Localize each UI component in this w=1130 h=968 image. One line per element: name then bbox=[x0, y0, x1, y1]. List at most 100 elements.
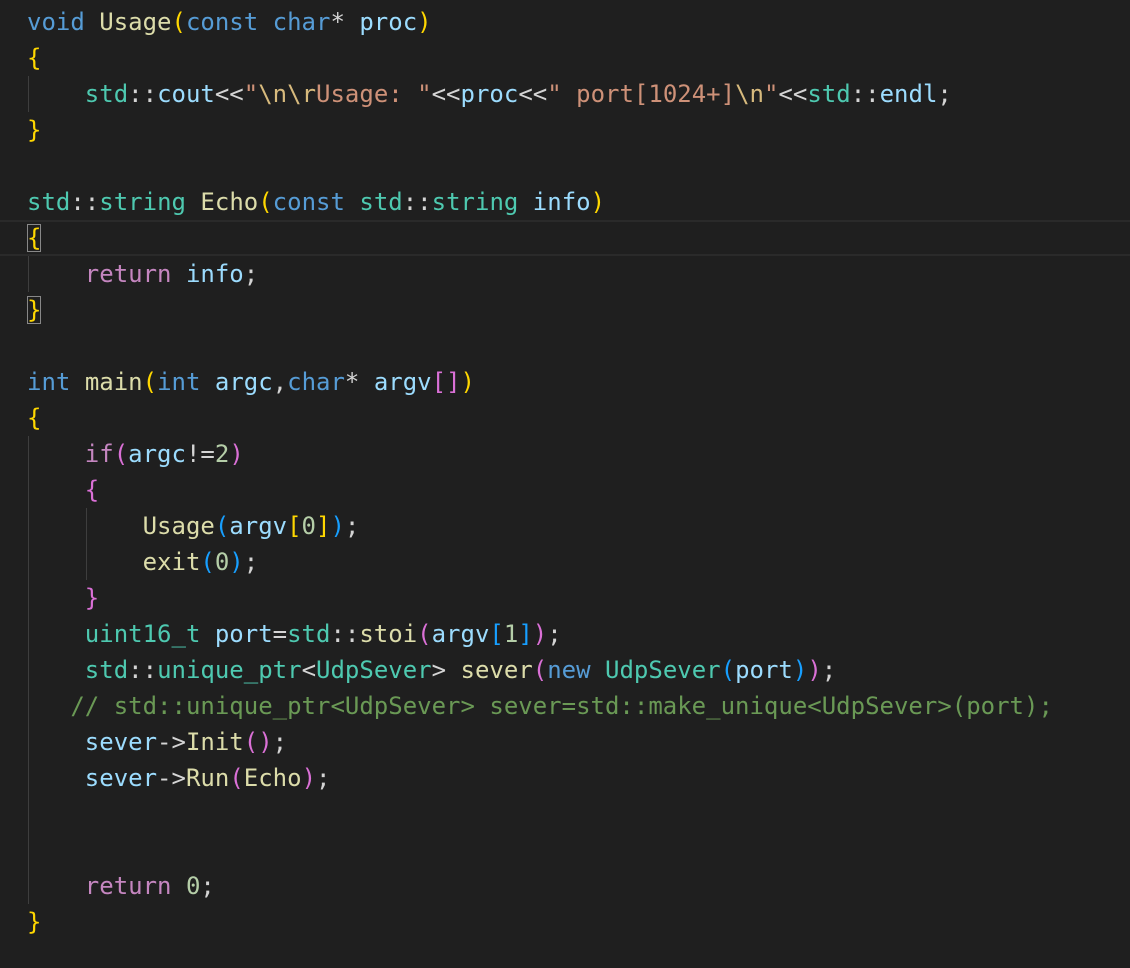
code-token: const bbox=[185, 8, 259, 36]
code-token: Echo bbox=[243, 764, 302, 792]
code-token: << bbox=[214, 80, 244, 108]
code-token: stoi bbox=[359, 620, 418, 648]
code-token: int bbox=[27, 368, 71, 396]
code-line[interactable]: Usage(argv[0]); bbox=[27, 508, 360, 544]
code-line[interactable]: void Usage(const char* proc) bbox=[27, 4, 432, 40]
code-token: ; bbox=[344, 512, 360, 540]
code-token: ) bbox=[792, 656, 808, 684]
code-line[interactable]: exit(0); bbox=[27, 544, 259, 580]
code-token: proc bbox=[359, 8, 418, 36]
code-token: UdpSever bbox=[605, 656, 721, 684]
code-line[interactable]: sever->Run(Echo); bbox=[27, 760, 331, 796]
code-token: :: bbox=[330, 620, 360, 648]
code-token: " bbox=[243, 80, 259, 108]
code-token: [ bbox=[287, 512, 302, 540]
code-token: < bbox=[301, 656, 317, 684]
code-token: -> bbox=[157, 728, 186, 756]
code-token: ; bbox=[243, 260, 259, 288]
code-line[interactable]: } bbox=[27, 292, 42, 328]
code-line[interactable]: { bbox=[27, 220, 42, 256]
code-line[interactable]: } bbox=[27, 112, 41, 148]
code-line[interactable]: } bbox=[27, 580, 99, 616]
code-editor[interactable]: void Usage(const char* proc){ std::cout<… bbox=[0, 0, 1130, 968]
code-token: ) bbox=[229, 440, 244, 468]
code-token: ) bbox=[258, 728, 273, 756]
code-token: [] bbox=[431, 368, 461, 396]
code-token: Run bbox=[185, 764, 230, 792]
code-token: " bbox=[763, 80, 779, 108]
code-token: UdpSever bbox=[316, 656, 432, 684]
code-token: void bbox=[27, 8, 85, 36]
code-token: ; bbox=[243, 548, 259, 576]
code-line[interactable]: return 0; bbox=[27, 868, 215, 904]
code-token: port bbox=[735, 656, 793, 684]
code-token: Usage bbox=[99, 8, 172, 36]
code-line[interactable]: // std::unique_ptr<UdpSever> sever=std::… bbox=[27, 688, 1053, 724]
code-token: ; bbox=[200, 872, 215, 900]
code-token: ( bbox=[171, 8, 186, 36]
code-line[interactable]: { bbox=[27, 400, 41, 436]
code-token: ) bbox=[417, 8, 432, 36]
code-token: ) bbox=[301, 764, 317, 792]
code-token: std bbox=[359, 188, 403, 216]
code-line[interactable]: std::unique_ptr<UdpSever> sever(new UdpS… bbox=[27, 652, 836, 688]
code-token: return bbox=[84, 872, 172, 900]
code-token: argv bbox=[431, 620, 490, 648]
code-line[interactable]: sever->Init(); bbox=[27, 724, 287, 760]
code-line[interactable]: return info; bbox=[27, 256, 258, 292]
code-token: ( bbox=[142, 368, 158, 396]
code-token: argv bbox=[229, 512, 288, 540]
code-token: ] bbox=[316, 512, 331, 540]
code-token: string bbox=[431, 188, 519, 216]
code-line[interactable]: { bbox=[27, 472, 99, 508]
code-token: :: bbox=[70, 188, 100, 216]
code-token: * bbox=[330, 8, 345, 36]
code-token: << bbox=[518, 80, 548, 108]
code-token: :: bbox=[128, 656, 158, 684]
code-token: != bbox=[185, 440, 215, 468]
code-line[interactable]: std::cout<<"\n\rUsage: "<<proc<<" port[1… bbox=[27, 76, 952, 112]
code-token: :: bbox=[402, 188, 432, 216]
code-line[interactable]: } bbox=[27, 904, 41, 940]
code-token: ( bbox=[113, 440, 129, 468]
code-token: info bbox=[532, 188, 591, 216]
code-line[interactable]: std::string Echo(const std::string info) bbox=[27, 184, 605, 220]
code-token: ] bbox=[518, 620, 533, 648]
code-token: ( bbox=[532, 656, 548, 684]
code-token: return bbox=[84, 260, 172, 288]
code-token: char bbox=[272, 8, 331, 36]
code-line[interactable]: int main(int argc,char* argv[]) bbox=[27, 364, 475, 400]
code-token: ( bbox=[417, 620, 432, 648]
code-token: :: bbox=[128, 80, 158, 108]
code-token: ) bbox=[460, 368, 475, 396]
code-line[interactable]: { bbox=[27, 40, 41, 76]
code-token: [ bbox=[489, 620, 504, 648]
code-token: port bbox=[214, 620, 273, 648]
code-token: info bbox=[185, 260, 244, 288]
code-token: // std::unique_ptr<UdpSever> sever=std::… bbox=[70, 692, 1053, 720]
code-line[interactable]: uint16_t port=std::stoi(argv[1]); bbox=[27, 616, 562, 652]
code-line[interactable]: if(argc!=2) bbox=[27, 436, 244, 472]
code-token: sever bbox=[84, 764, 158, 792]
code-token: } bbox=[27, 116, 42, 144]
code-token: ; bbox=[547, 620, 562, 648]
code-token: cout bbox=[157, 80, 215, 108]
code-token: 2 bbox=[214, 440, 230, 468]
code-token: new bbox=[547, 656, 591, 684]
